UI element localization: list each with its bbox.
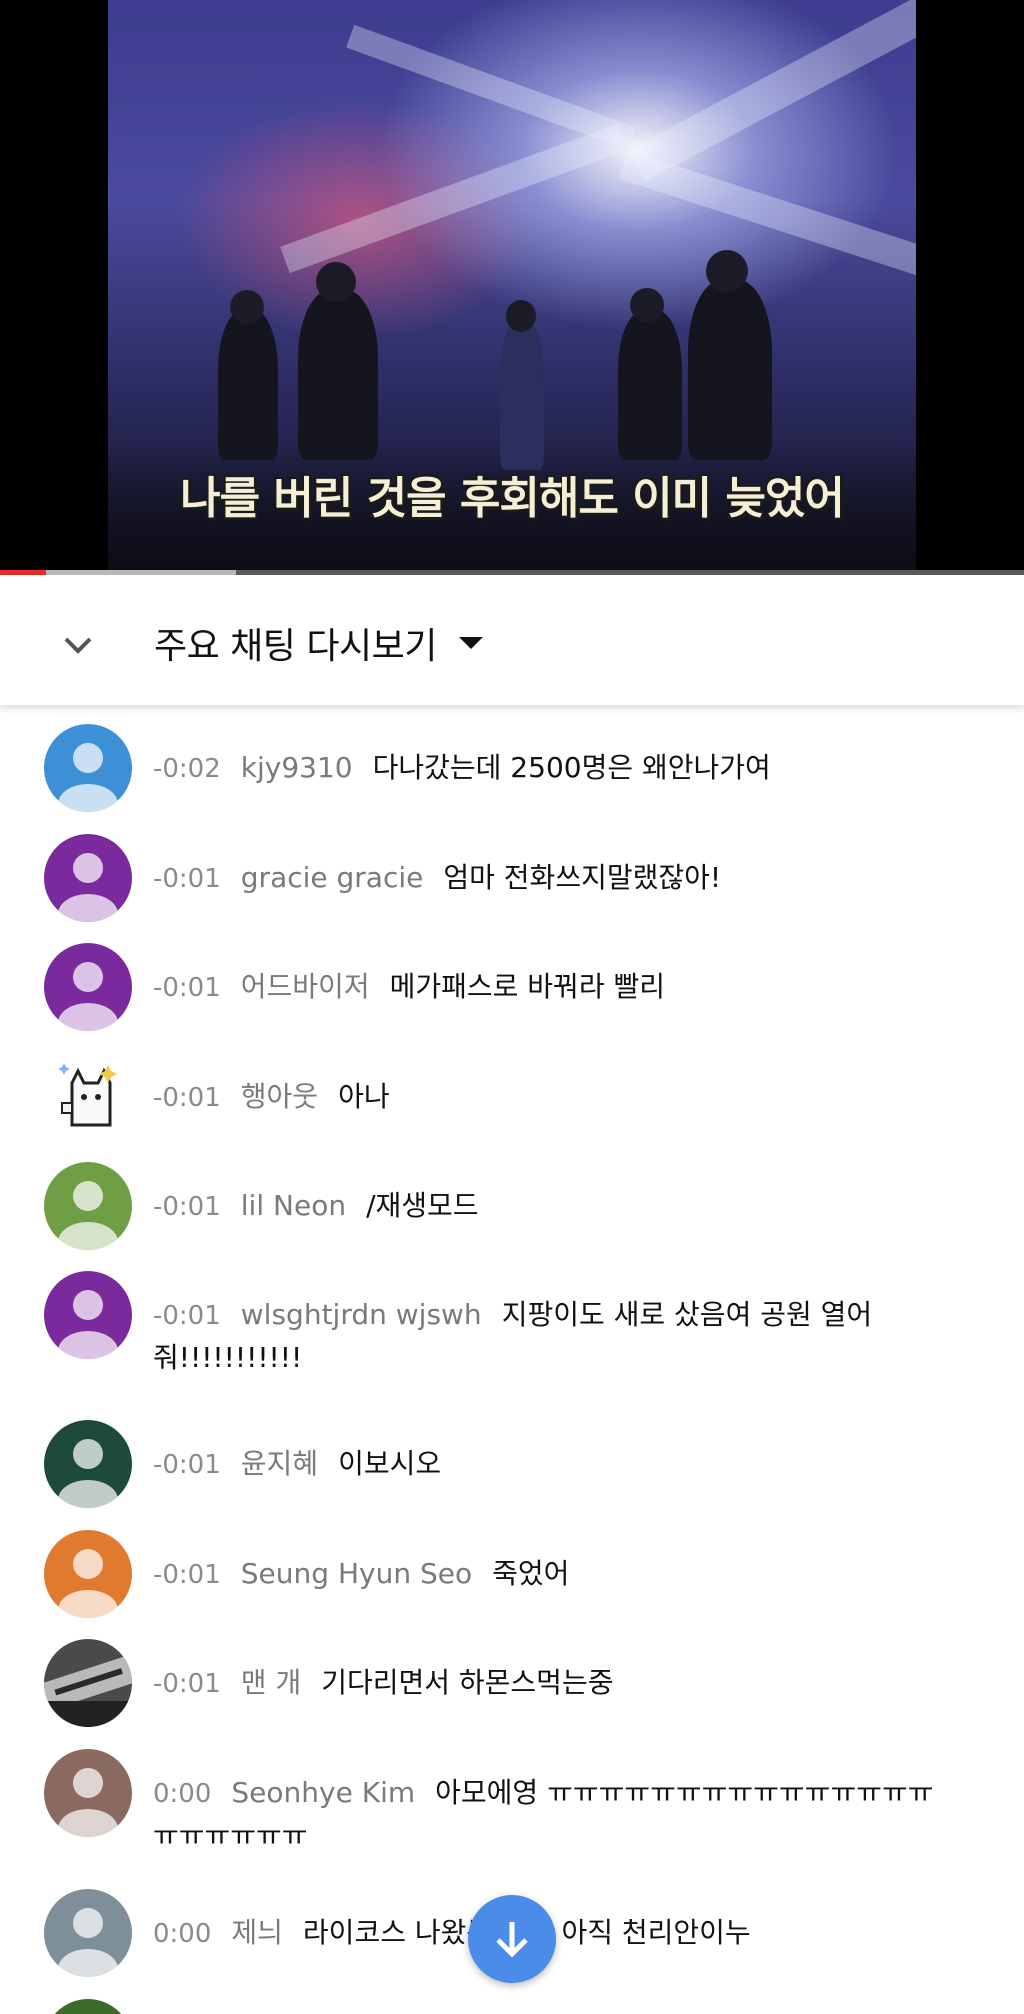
dancer-head <box>706 250 748 292</box>
user-avatar-icon <box>44 1889 132 1977</box>
message-timestamp: -0:01 <box>153 1301 221 1331</box>
message-text: /재생모드 <box>366 1189 479 1222</box>
collapse-chat-button[interactable] <box>48 615 108 675</box>
arrow-down-icon <box>496 1922 528 1958</box>
user-avatar-icon <box>44 1053 132 1141</box>
user-avatar-icon <box>44 834 132 922</box>
message-text: 이보시오 <box>338 1447 442 1480</box>
chat-message-body: -0:01 윤지혜 이보시오 <box>153 1443 954 1486</box>
stage-light <box>280 123 628 274</box>
message-timestamp: -0:01 <box>153 1450 221 1480</box>
avatar[interactable] <box>44 1530 132 1618</box>
message-author[interactable]: kjy9310 <box>241 751 353 784</box>
message-author[interactable]: 어드바이저 <box>241 970 370 1003</box>
stage-light <box>346 24 637 151</box>
message-timestamp: -0:01 <box>153 864 221 894</box>
message-timestamp: -0:01 <box>153 973 221 1003</box>
chat-message-body: -0:01 Seung Hyun Seo 죽었어 <box>153 1553 954 1596</box>
message-author[interactable]: 제늬 <box>231 1916 283 1949</box>
message-timestamp: 0:00 <box>153 1919 212 1949</box>
message-author[interactable]: 행아웃 <box>241 1080 318 1113</box>
video-player[interactable]: 나를 버린 것을 후회해도 이미 늦었어 <box>0 0 1024 575</box>
message-author[interactable]: Seonhye Kim <box>231 1776 415 1809</box>
message-text: 기다리면서 하몬스먹는중 <box>321 1666 614 1699</box>
stage-light <box>628 0 916 182</box>
avatar[interactable] <box>44 1420 132 1508</box>
user-avatar-icon <box>44 1271 132 1359</box>
chat-message-list[interactable]: -0:02 kjy9310 다나갔는데 2500명은 왜안나가여 -0:01 graci… <box>0 712 1024 2014</box>
message-text: 메가패스로 바꿔라 빨리 <box>389 970 665 1003</box>
dancer-head <box>506 300 536 332</box>
message-author[interactable]: gracie gracie <box>241 861 424 894</box>
chat-message-body: -0:01 맨 개 기다리면서 하몬스먹는중 <box>153 1662 954 1705</box>
chat-mode-dropdown[interactable]: 주요 채팅 다시보기 <box>154 613 485 673</box>
message-timestamp: 0:00 <box>153 1779 212 1809</box>
dancer <box>298 290 378 460</box>
user-avatar-icon <box>44 1162 132 1250</box>
user-avatar-icon <box>44 943 132 1031</box>
message-author[interactable]: wlsghtjrdn wjswh <box>241 1298 482 1331</box>
message-author[interactable]: Seung Hyun Seo <box>241 1557 472 1590</box>
message-author[interactable]: 윤지혜 <box>241 1447 318 1480</box>
message-text: 다나갔는데 2500명은 왜안나가여 <box>372 751 771 784</box>
chat-message-body: -0:01 어드바이저 메가패스로 바꿔라 빨리 <box>153 966 954 1009</box>
chat-message-body: -0:01 wlsghtjrdn wjswh 지팡이도 새로 샀음여 공원 열어줘!… <box>153 1294 954 1379</box>
chat-title: 주요 채팅 다시보기 <box>154 626 437 667</box>
message-author[interactable]: 맨 개 <box>241 1666 301 1699</box>
avatar[interactable] <box>44 1053 132 1141</box>
dancer <box>500 320 544 470</box>
avatar[interactable] <box>44 943 132 1031</box>
avatar[interactable] <box>44 724 132 812</box>
message-text: 아나 <box>338 1080 390 1113</box>
user-avatar-icon <box>44 1749 132 1837</box>
chat-message-body: -0:01 gracie gracie 엄마 전화쓰지말랬잖아! <box>153 857 954 900</box>
dancer-head <box>630 288 664 322</box>
message-author[interactable]: lil Neon <box>241 1189 346 1222</box>
message-timestamp: -0:01 <box>153 1560 221 1590</box>
avatar[interactable] <box>44 1639 132 1727</box>
avatar[interactable] <box>44 1749 132 1837</box>
message-text: 엄마 전화쓰지말랬잖아! <box>443 861 722 894</box>
user-avatar-icon <box>44 724 132 812</box>
chat-message-body: -0:01 행아웃 아나 <box>153 1076 954 1119</box>
avatar[interactable] <box>44 1999 132 2014</box>
chevron-down-icon <box>64 637 92 654</box>
avatar[interactable] <box>44 1889 132 1977</box>
user-avatar-icon <box>44 1530 132 1618</box>
dancer <box>688 280 772 460</box>
scroll-to-bottom-button[interactable] <box>468 1895 556 1983</box>
chat-message-body: -0:01 lil Neon/재생모드 <box>153 1185 954 1228</box>
chat-message-body: 0:00 Seonhye Kim 아모에영 ㅠㅠㅠㅠㅠㅠㅠㅠㅠㅠㅠㅠㅠㅠㅠㅠㅠㅠㅠㅠ… <box>153 1772 954 1857</box>
chat-message-body: -0:02 kjy9310 다나갔는데 2500명은 왜안나가여 <box>153 747 954 790</box>
stage-light <box>618 150 916 296</box>
video-subtitle: 나를 버린 것을 후회해도 이미 늦었어 <box>180 473 845 524</box>
message-timestamp: -0:01 <box>153 1192 221 1222</box>
user-avatar-icon <box>44 1420 132 1508</box>
dancer-head <box>230 290 264 324</box>
avatar[interactable] <box>44 1271 132 1359</box>
caret-down-icon <box>458 637 483 649</box>
avatar[interactable] <box>44 1162 132 1250</box>
message-timestamp: -0:01 <box>153 1083 221 1113</box>
message-timestamp: -0:01 <box>153 1669 221 1699</box>
message-text: 죽었어 <box>492 1557 570 1590</box>
user-avatar-icon <box>44 1999 132 2014</box>
dancer <box>218 310 278 460</box>
dancer-head <box>316 262 356 302</box>
chat-header: 주요 채팅 다시보기 <box>0 575 1024 705</box>
dancer <box>618 310 682 460</box>
avatar[interactable] <box>44 834 132 922</box>
user-avatar-icon <box>44 1639 132 1727</box>
message-timestamp: -0:02 <box>153 754 221 784</box>
